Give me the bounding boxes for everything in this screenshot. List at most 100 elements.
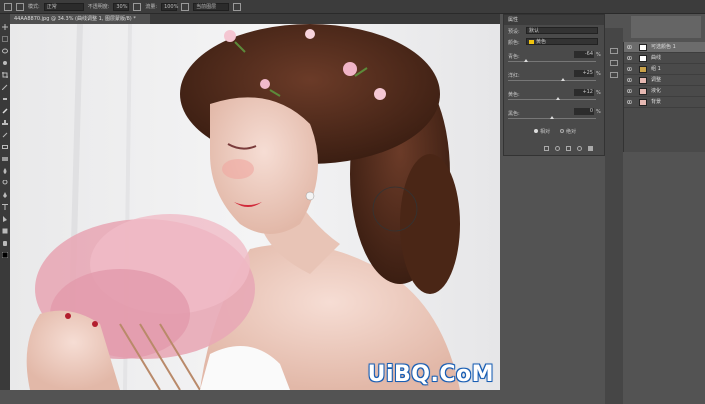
airbrush-icon[interactable] (181, 2, 190, 11)
history-brush-tool-icon[interactable] (2, 132, 8, 138)
layer-thumbnail (639, 55, 647, 62)
blur-tool-icon[interactable] (2, 168, 8, 174)
channels-panel-icon[interactable] (610, 72, 618, 78)
eraser-tool-icon[interactable] (2, 144, 8, 150)
yellow-value-field[interactable]: +12 (574, 89, 594, 96)
brush-tool-icon[interactable] (2, 108, 8, 114)
magenta-value-field[interactable]: +25 (574, 70, 594, 77)
layer-row-group-1[interactable]: 组 1 (624, 64, 705, 75)
layer-name: 可选颜色 1 (651, 44, 676, 50)
right-panel-area: 属性 预设: 默认 颜色: 黄色 青色: -64 % 洋红: +25 % 黄色:… (501, 14, 705, 404)
black-value-field[interactable]: 0 (574, 108, 594, 115)
opacity-field[interactable]: 30% (113, 2, 130, 11)
clip-to-layer-icon[interactable] (544, 146, 549, 151)
eye-icon[interactable] (627, 100, 632, 104)
eye-icon[interactable] (627, 89, 632, 93)
eye-icon[interactable] (627, 56, 632, 60)
black-unit: % (596, 109, 601, 115)
properties-panel: 属性 预设: 默认 颜色: 黄色 青色: -64 % 洋红: +25 % 黄色:… (503, 14, 605, 156)
dodge-tool-icon[interactable] (2, 180, 8, 186)
absolute-label: 绝对 (566, 129, 577, 135)
view-previous-icon[interactable] (555, 146, 560, 151)
eye-icon[interactable] (627, 67, 632, 71)
mode-label: 模式: (28, 4, 40, 10)
yellow-unit: % (596, 90, 601, 96)
trash-icon[interactable] (588, 146, 593, 151)
crop-tool-icon[interactable] (2, 72, 8, 78)
color-label: 颜色: (508, 40, 520, 46)
yellow-label: 黄色: (508, 92, 520, 98)
properties-title: 属性 (504, 15, 604, 25)
shape-tool-icon[interactable] (2, 228, 8, 234)
foreground-color-swatch[interactable] (2, 252, 8, 258)
layers-panel: 可选颜色 1 曲线 组 1 调整 液化 背景 (623, 42, 705, 152)
layer-name: 组 1 (651, 66, 661, 72)
document-tab[interactable]: 44AA8870.jpg @ 34.3% (曲线调整 1, 图层蒙版/8) * (10, 14, 150, 24)
sample-select[interactable]: 当前图层 (193, 2, 230, 11)
hand-tool-icon[interactable] (2, 240, 8, 246)
eyedropper-tool-icon[interactable] (2, 84, 8, 90)
reset-icon[interactable] (566, 146, 571, 151)
healing-brush-tool-icon[interactable] (2, 96, 8, 102)
cyan-slider-track[interactable] (508, 61, 596, 62)
mode-select[interactable]: 正常 (43, 2, 84, 11)
layer-thumbnail (639, 99, 647, 106)
lasso-tool-icon[interactable] (2, 48, 8, 54)
options-bar: 模式: 正常 不透明度: 30% 流量: 100% 当前图层 (0, 0, 705, 14)
layer-name: 液化 (651, 88, 662, 94)
cyan-slider-thumb[interactable] (524, 59, 528, 62)
layer-name: 曲线 (651, 55, 662, 61)
black-slider-thumb[interactable] (550, 116, 554, 119)
opacity-label: 不透明度: (87, 4, 110, 10)
cyan-value-field[interactable]: -64 (574, 51, 594, 58)
layer-name: 背景 (651, 99, 662, 105)
blurred-panel-header (631, 16, 701, 38)
type-tool-icon[interactable] (2, 204, 8, 210)
swatches-panel-icon[interactable] (610, 60, 618, 66)
color-select-value: 黄色 (536, 39, 547, 45)
pen-tool-icon[interactable] (2, 192, 8, 198)
marquee-tool-icon[interactable] (2, 36, 8, 42)
layer-thumbnail (639, 44, 647, 51)
pressure-size-icon[interactable] (233, 2, 242, 11)
move-tool-icon[interactable] (2, 24, 8, 30)
layer-row-curves[interactable]: 曲线 (624, 53, 705, 64)
cyan-unit: % (596, 52, 601, 58)
visibility-icon[interactable] (577, 146, 582, 151)
cyan-label: 青色: (508, 54, 520, 60)
eye-icon[interactable] (627, 45, 632, 49)
properties-footer (544, 146, 593, 151)
history-panel-icon[interactable] (610, 48, 618, 54)
brush-preset-icon[interactable] (16, 2, 24, 11)
document-canvas[interactable]: UiBQ.CoM (10, 24, 500, 390)
eye-icon[interactable] (627, 78, 632, 82)
magenta-slider-track[interactable] (508, 80, 596, 81)
layer-thumbnail (639, 77, 647, 84)
preset-label: 预设: (508, 29, 520, 35)
yellow-slider-track[interactable] (508, 99, 596, 100)
layer-row-background[interactable]: 背景 (624, 97, 705, 108)
panel-dock (605, 28, 623, 404)
clone-stamp-tool-icon[interactable] (2, 120, 8, 126)
brush-tool-icon[interactable] (4, 2, 12, 11)
layer-name: 调整 (651, 77, 662, 83)
gradient-tool-icon[interactable] (2, 156, 8, 162)
preset-select[interactable]: 默认 (526, 27, 598, 34)
layer-thumbnail (639, 88, 647, 95)
flow-field[interactable]: 100% (161, 2, 178, 11)
layer-row-liquify[interactable]: 液化 (624, 86, 705, 97)
path-select-tool-icon[interactable] (2, 216, 8, 222)
magenta-slider-thumb[interactable] (561, 78, 565, 81)
pressure-opacity-icon[interactable] (133, 2, 142, 11)
absolute-radio[interactable] (560, 129, 564, 133)
layer-row-selective-color[interactable]: 可选颜色 1 (624, 42, 705, 53)
quick-select-tool-icon[interactable] (2, 60, 8, 66)
color-select[interactable]: 黄色 (526, 38, 598, 45)
relative-label: 相对 (540, 129, 551, 135)
yellow-swatch-icon (529, 40, 534, 44)
relative-radio[interactable] (534, 129, 538, 133)
magenta-unit: % (596, 71, 601, 77)
yellow-slider-thumb[interactable] (556, 97, 560, 100)
magenta-label: 洋红: (508, 73, 520, 79)
layer-row-adjust[interactable]: 调整 (624, 75, 705, 86)
